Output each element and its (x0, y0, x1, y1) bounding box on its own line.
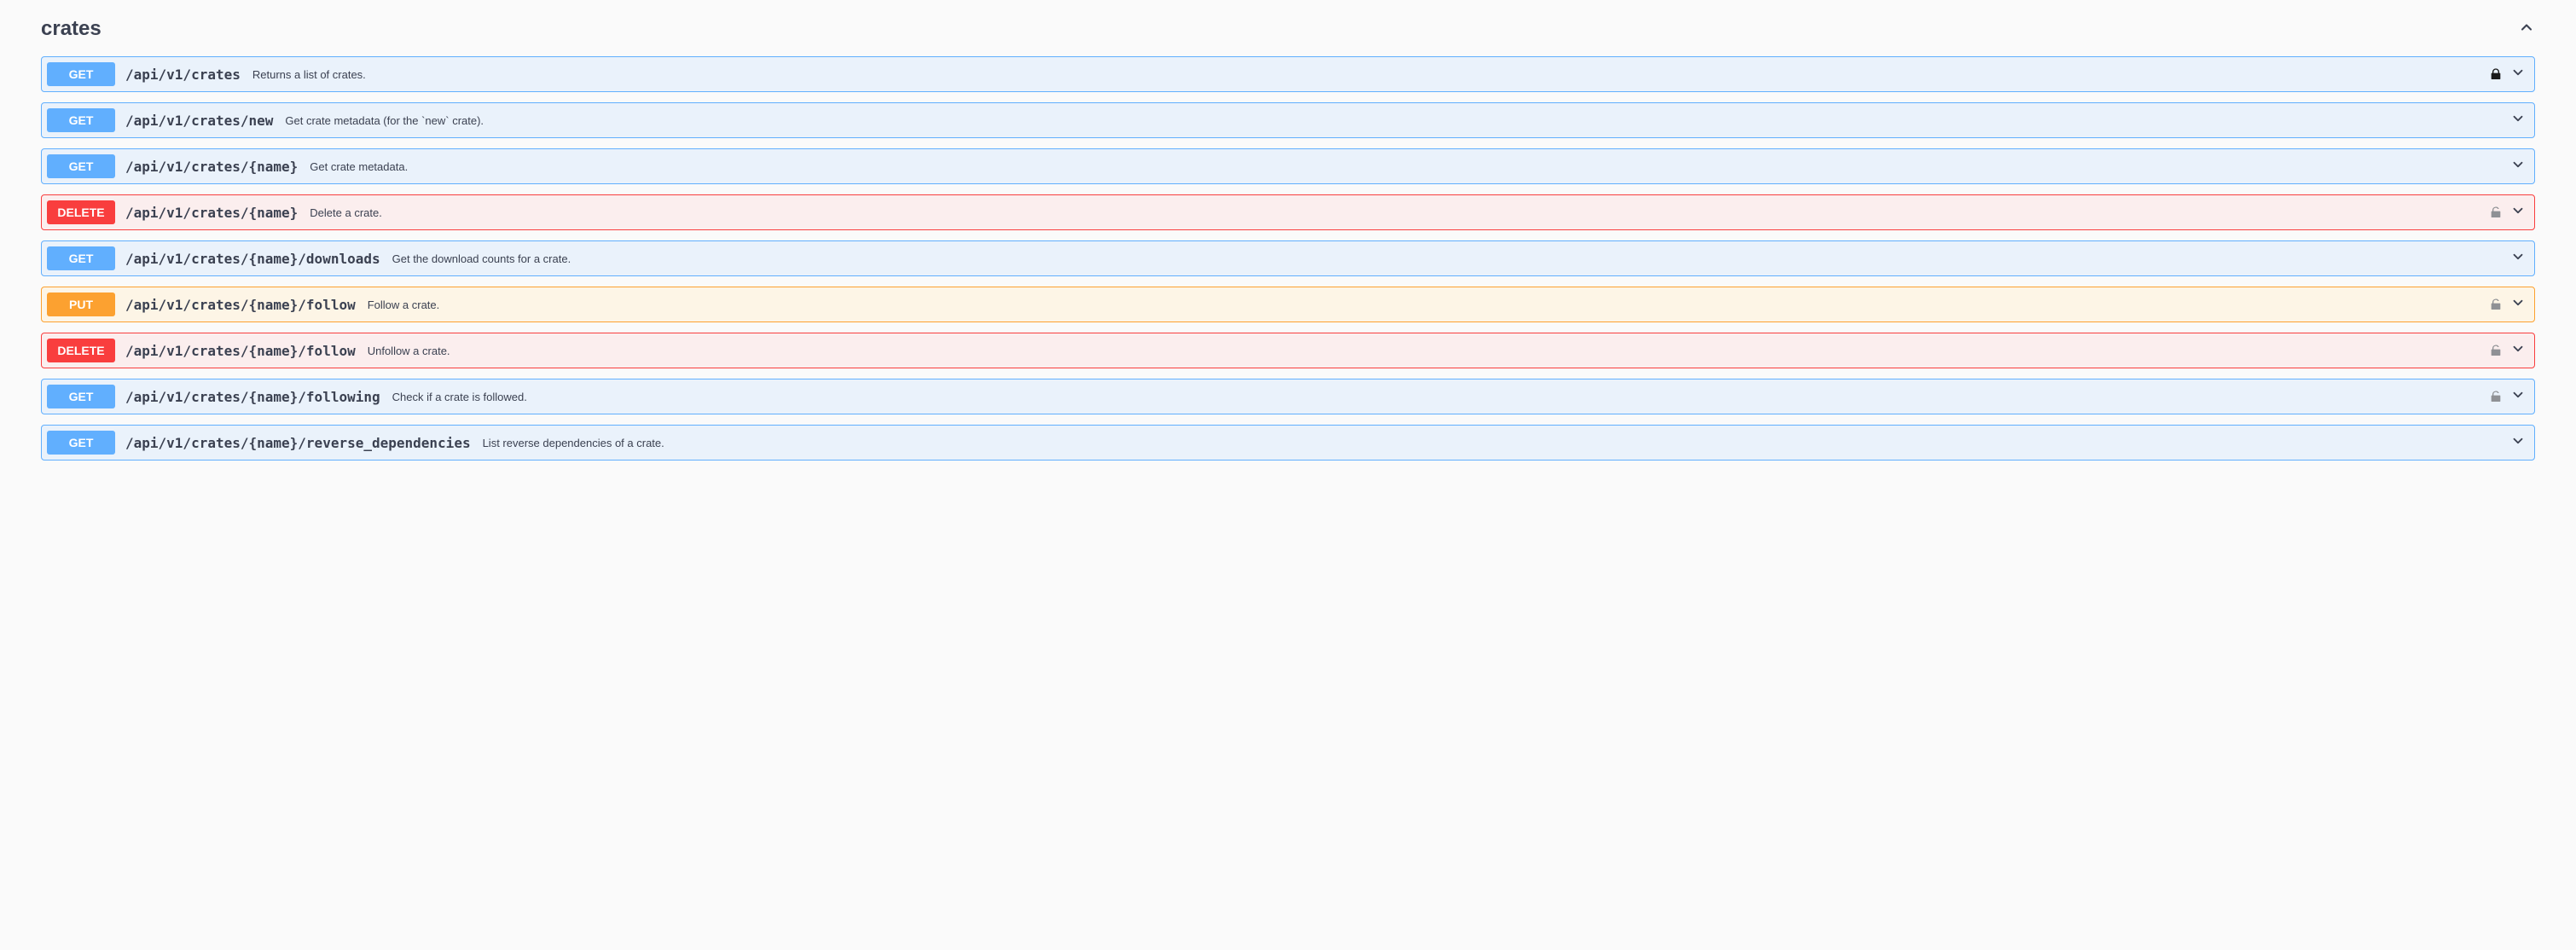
operation-list: GET/api/v1/crates Returns a list of crate… (41, 56, 2535, 461)
endpoint-path: /api/v1/crates/new (125, 113, 273, 129)
operation-row[interactable]: GET/api/v1/crates/{name}/following Check … (41, 379, 2535, 414)
lock-closed-icon[interactable] (2488, 67, 2503, 82)
row-actions (2510, 111, 2526, 130)
operation-row[interactable]: DELETE/api/v1/crates/{name}/follow Unfoll… (41, 333, 2535, 368)
endpoint-path: /api/v1/crates/{name}/reverse_dependenci… (125, 435, 471, 451)
operation-row[interactable]: GET/api/v1/crates/{name}/reverse_depende… (41, 425, 2535, 461)
endpoint-path: /api/v1/crates/{name} (125, 159, 298, 175)
endpoint-summary: Get crate metadata. (310, 160, 2510, 173)
http-method-badge: GET (47, 108, 115, 132)
chevron-down-icon (2510, 249, 2526, 269)
row-actions (2488, 203, 2526, 223)
endpoint-summary: Returns a list of crates. (252, 68, 2488, 81)
http-method-badge: GET (47, 154, 115, 178)
http-method-badge: GET (47, 62, 115, 86)
endpoint-path: /api/v1/crates/{name}/downloads (125, 251, 380, 267)
chevron-down-icon (2510, 111, 2526, 130)
http-method-badge: PUT (47, 293, 115, 316)
chevron-down-icon (2510, 341, 2526, 361)
endpoint-summary: Check if a crate is followed. (392, 391, 2488, 403)
chevron-down-icon (2510, 295, 2526, 315)
section-header[interactable]: crates (41, 17, 2535, 41)
endpoint-summary: List reverse dependencies of a crate. (483, 437, 2510, 449)
lock-open-icon[interactable] (2488, 389, 2503, 404)
operation-row[interactable]: PUT/api/v1/crates/{name}/follow Follow a … (41, 287, 2535, 322)
endpoint-summary: Follow a crate. (368, 298, 2488, 311)
http-method-badge: DELETE (47, 339, 115, 362)
operation-row[interactable]: GET/api/v1/crates/{name} Get crate metada… (41, 148, 2535, 184)
endpoint-path: /api/v1/crates/{name} (125, 205, 298, 221)
row-actions (2488, 387, 2526, 407)
chevron-down-icon (2510, 65, 2526, 84)
endpoint-path: /api/v1/crates/{name}/follow (125, 343, 356, 359)
http-method-badge: GET (47, 385, 115, 408)
section-title: crates (41, 17, 102, 41)
operation-row[interactable]: GET/api/v1/crates/{name}/downloads Get th… (41, 240, 2535, 276)
operation-row[interactable]: DELETE/api/v1/crates/{name} Delete a crat… (41, 194, 2535, 230)
chevron-down-icon (2510, 157, 2526, 177)
row-actions (2510, 433, 2526, 453)
lock-open-icon[interactable] (2488, 297, 2503, 312)
row-actions (2488, 341, 2526, 361)
http-method-badge: GET (47, 431, 115, 455)
http-method-badge: GET (47, 246, 115, 270)
chevron-down-icon (2510, 387, 2526, 407)
endpoint-path: /api/v1/crates (125, 67, 241, 83)
chevron-down-icon (2510, 433, 2526, 453)
endpoint-summary: Delete a crate. (310, 206, 2488, 219)
operation-row[interactable]: GET/api/v1/crates/new Get crate metadata … (41, 102, 2535, 138)
row-actions (2488, 295, 2526, 315)
chevron-up-icon (2518, 19, 2535, 40)
chevron-down-icon (2510, 203, 2526, 223)
row-actions (2510, 249, 2526, 269)
lock-open-icon[interactable] (2488, 205, 2503, 220)
endpoint-summary: Get crate metadata (for the `new` crate)… (285, 114, 2510, 127)
operation-row[interactable]: GET/api/v1/crates Returns a list of crate… (41, 56, 2535, 92)
lock-open-icon[interactable] (2488, 343, 2503, 358)
http-method-badge: DELETE (47, 200, 115, 224)
endpoint-path: /api/v1/crates/{name}/follow (125, 297, 356, 313)
endpoint-summary: Get the download counts for a crate. (392, 252, 2510, 265)
endpoint-summary: Unfollow a crate. (368, 345, 2488, 357)
endpoint-path: /api/v1/crates/{name}/following (125, 389, 380, 405)
row-actions (2510, 157, 2526, 177)
row-actions (2488, 65, 2526, 84)
